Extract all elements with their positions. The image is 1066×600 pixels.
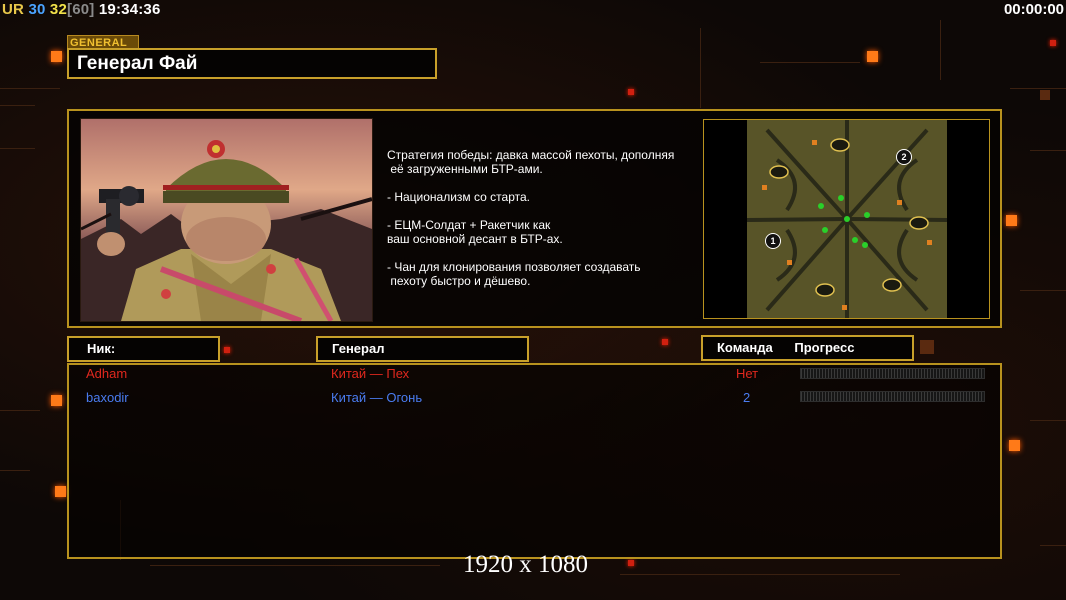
desc-line: ваш основной десант в БТР-ах. bbox=[387, 232, 563, 246]
desc-line: - ЕЦМ-Солдат + Ракетчик как bbox=[387, 218, 551, 232]
desc-spacer bbox=[387, 176, 697, 190]
general-portrait bbox=[80, 118, 373, 322]
start-marker-1[interactable]: 1 bbox=[765, 233, 781, 249]
player-general[interactable]: Китай — Огонь bbox=[331, 390, 422, 406]
ur-label: UR bbox=[2, 1, 25, 18]
desc-spacer bbox=[387, 204, 697, 218]
strategy-description: Стратегия победы: давка массой пехоты, д… bbox=[387, 148, 697, 288]
desc-spacer bbox=[387, 246, 697, 260]
resolution-watermark: 1920 x 1080 bbox=[463, 551, 588, 578]
header-general: Генерал bbox=[316, 336, 529, 362]
stat-32: 32 bbox=[49, 1, 68, 18]
header-general-label: Генерал bbox=[332, 341, 385, 356]
general-name: Генерал Фай bbox=[67, 48, 437, 79]
stat-30: 30 bbox=[28, 1, 46, 18]
desc-line: Стратегия победы: давка массой пехоты, д… bbox=[387, 148, 675, 162]
header-nick: Ник: bbox=[67, 336, 220, 362]
map-preview[interactable]: 1 2 bbox=[747, 120, 947, 318]
desc-line: - Национализм со старта. bbox=[387, 190, 530, 204]
header-team-progress: Команда Прогресс bbox=[701, 335, 914, 361]
start-marker-2[interactable]: 2 bbox=[896, 149, 912, 165]
fps-counter: UR 30 32[60] 19:34:36 bbox=[2, 1, 161, 18]
player-team[interactable]: 2 bbox=[743, 390, 750, 406]
player-nick: baxodir bbox=[86, 390, 129, 405]
desc-line: её загруженными БТР-ами. bbox=[387, 162, 543, 176]
header-team-label: Команда bbox=[717, 340, 773, 355]
game-timer: 00:00:00 bbox=[1003, 1, 1064, 18]
player-nick: Adham bbox=[86, 366, 128, 381]
player-progress-bar bbox=[800, 368, 985, 379]
desc-line: - Чан для клонирования позволяет создава… bbox=[387, 260, 641, 274]
player-progress-bar bbox=[800, 391, 985, 402]
player-team[interactable]: Нет bbox=[736, 366, 758, 382]
player-general[interactable]: Китай — Пех bbox=[331, 366, 409, 382]
stat-60: [60] bbox=[67, 1, 95, 18]
header-progress-label: Прогресс bbox=[794, 340, 855, 355]
general-tag: GENERAL bbox=[67, 35, 139, 49]
system-clock: 19:34:36 bbox=[98, 1, 161, 18]
header-nick-label: Ник: bbox=[87, 341, 116, 356]
desc-line: пехоту быстро и дёшево. bbox=[387, 274, 531, 288]
